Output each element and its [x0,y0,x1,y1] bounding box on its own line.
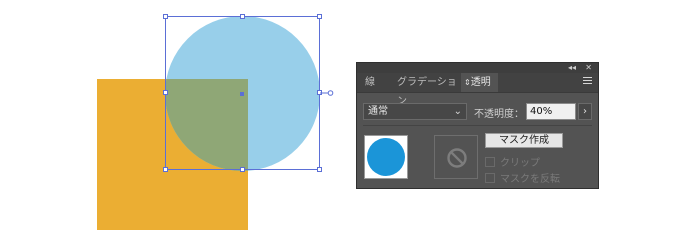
sort-arrows-icon: ⇕ [464,78,471,87]
panel-titlebar[interactable]: ◂◂ ✕ [357,63,598,73]
chevron-down-icon: ⌄ [453,106,462,117]
make-mask-button[interactable]: マスク作成 [485,133,563,148]
resize-handle-top-right[interactable] [317,14,322,19]
live-shape-widget-icon[interactable] [320,90,334,96]
invert-mask-checkbox-row: マスクを反転 [485,170,560,185]
collapse-panel-icon[interactable]: ◂◂ [568,63,576,73]
object-thumbnail[interactable] [364,135,408,179]
opacity-input[interactable]: 40% [526,103,576,120]
center-point [240,92,244,96]
hamburger-icon[interactable] [583,77,592,86]
resize-handle-bottom[interactable] [240,167,245,172]
tab-transparency[interactable]: ⇕透明 [461,73,498,92]
invert-mask-label: マスクを反転 [500,174,560,185]
opacity-label: 不透明度： [474,109,524,120]
clip-checkbox[interactable] [485,157,495,167]
blend-opacity-row: 通常 ⌄ 不透明度： 40% › [357,101,598,121]
resize-handle-bottom-left[interactable] [163,167,168,172]
divider [363,125,592,126]
tab-gradient[interactable]: グラデーション [397,73,459,107]
invert-mask-checkbox[interactable] [485,173,495,183]
blend-mode-select[interactable]: 通常 ⌄ [363,103,467,120]
no-mask-icon [447,148,467,168]
artboard[interactable] [0,0,350,250]
resize-handle-top-left[interactable] [163,14,168,19]
opacity-slider-button[interactable]: › [578,103,592,120]
tab-stroke[interactable]: 線 [365,73,383,92]
resize-handle-bottom-right[interactable] [317,167,322,172]
circle-object-thumbnail [367,138,405,176]
close-panel-icon[interactable]: ✕ [585,63,592,73]
clip-checkbox-row: クリップ [485,154,540,169]
panel-tabs: 線 グラデーション ⇕透明 [357,73,598,107]
transparency-panel: ◂◂ ✕ 線 グラデーション ⇕透明 通常 ⌄ 不透明度： 40% › マスク作… [356,62,599,189]
resize-handle-top[interactable] [240,14,245,19]
resize-handle-left[interactable] [163,90,168,95]
clip-label: クリップ [500,158,540,169]
mask-thumbnail[interactable] [434,135,478,179]
